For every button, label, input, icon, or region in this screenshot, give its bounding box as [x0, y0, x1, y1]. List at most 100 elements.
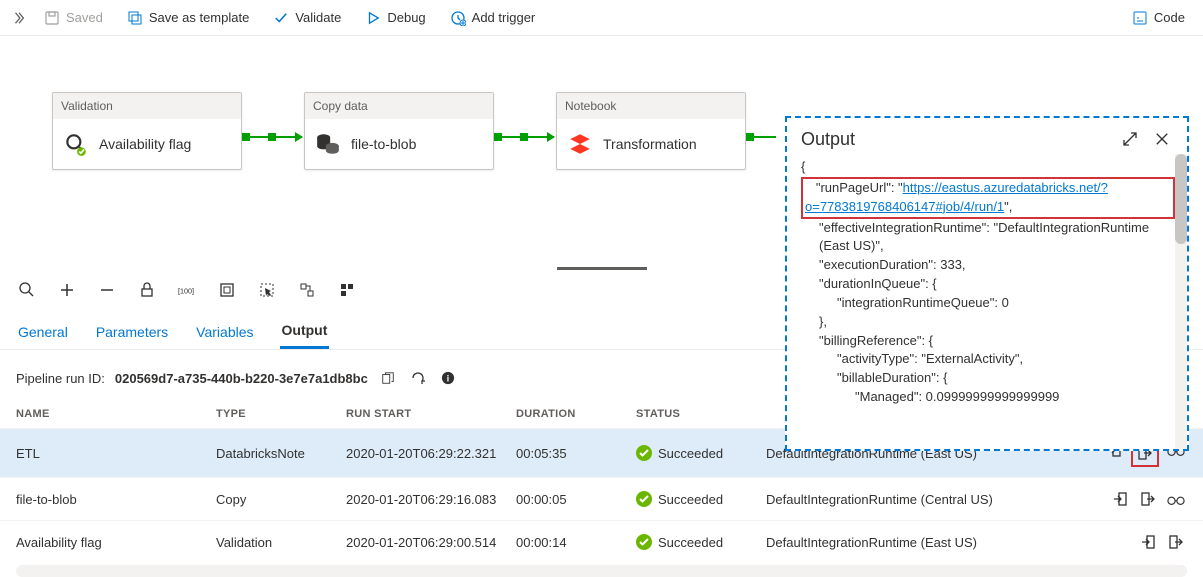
- cell-type: Copy: [216, 492, 346, 507]
- cell-runtime: DefaultIntegrationRuntime (East US): [766, 535, 1097, 550]
- cell-start: 2020-01-20T06:29:16.083: [346, 492, 516, 507]
- table-row[interactable]: file-to-blob Copy 2020-01-20T06:29:16.08…: [0, 477, 1203, 520]
- trigger-icon: [450, 10, 466, 26]
- json-line: },: [801, 313, 1175, 332]
- close-icon[interactable]: [1151, 128, 1173, 150]
- magnifier-icon: [63, 131, 89, 157]
- json-line: "billableDuration": {: [801, 369, 1175, 388]
- refresh-icon[interactable]: [408, 368, 428, 388]
- input-icon[interactable]: [1109, 488, 1131, 510]
- activity-type-label: Notebook: [557, 93, 745, 119]
- database-icon: [315, 131, 341, 157]
- tab-variables[interactable]: Variables: [194, 314, 255, 349]
- output-json[interactable]: { "runPageUrl": "https://eastus.azuredat…: [787, 154, 1175, 449]
- select-icon[interactable]: [256, 279, 278, 301]
- info-icon[interactable]: i: [438, 368, 458, 388]
- activity-name: Transformation: [603, 136, 697, 152]
- save-icon: [44, 10, 60, 26]
- add-trigger-button[interactable]: Add trigger: [440, 6, 546, 30]
- run-id-label: Pipeline run ID:: [16, 371, 105, 386]
- success-icon: [636, 445, 652, 461]
- debug-label: Debug: [387, 10, 425, 25]
- connector: [746, 136, 776, 138]
- activity-name: file-to-blob: [351, 136, 416, 152]
- cell-duration: 00:05:35: [516, 446, 636, 461]
- align-icon[interactable]: [296, 279, 318, 301]
- template-icon: [127, 10, 143, 26]
- activity-copy-data[interactable]: Copy data file-to-blob: [304, 92, 494, 170]
- cell-name: Availability flag: [16, 535, 216, 550]
- layout-icon[interactable]: [336, 279, 358, 301]
- search-icon[interactable]: [16, 279, 38, 301]
- json-line: "durationInQueue": {: [801, 275, 1175, 294]
- cell-duration: 00:00:14: [516, 535, 636, 550]
- col-status: STATUS: [636, 408, 766, 420]
- svg-text:[100]: [100]: [178, 287, 194, 296]
- add-trigger-label: Add trigger: [472, 10, 536, 25]
- cell-start: 2020-01-20T06:29:22.321: [346, 446, 516, 461]
- success-icon: [636, 491, 652, 507]
- vertical-scrollbar[interactable]: [1175, 154, 1187, 449]
- json-line: "activityType": "ExternalActivity",: [801, 350, 1175, 369]
- tab-output[interactable]: Output: [280, 314, 330, 349]
- code-button[interactable]: Code: [1122, 6, 1195, 30]
- col-start: RUN START: [346, 408, 516, 420]
- saved-label: Saved: [66, 10, 103, 25]
- cell-type: Validation: [216, 535, 346, 550]
- fit-zoom-icon[interactable]: [100]: [176, 279, 198, 301]
- cell-status: Succeeded: [658, 446, 723, 461]
- zoom-in-icon[interactable]: [56, 279, 78, 301]
- debug-button[interactable]: Debug: [355, 6, 435, 30]
- fit-screen-icon[interactable]: [216, 279, 238, 301]
- activity-validation[interactable]: Validation Availability flag: [52, 92, 242, 170]
- cell-runtime: DefaultIntegrationRuntime (Central US): [766, 492, 1097, 507]
- validate-label: Validate: [295, 10, 341, 25]
- json-line: "billingReference": {: [801, 332, 1175, 351]
- cell-name: ETL: [16, 446, 216, 461]
- top-toolbar: Saved Save as template Validate Debug Ad…: [0, 0, 1203, 36]
- output-panel: Output { "runPageUrl": "https://eastus.a…: [785, 116, 1189, 451]
- activity-notebook[interactable]: Notebook Transformation: [556, 92, 746, 170]
- saved-indicator: Saved: [34, 6, 113, 30]
- cell-duration: 00:00:05: [516, 492, 636, 507]
- activity-type-label: Copy data: [305, 93, 493, 119]
- cell-status: Succeeded: [658, 535, 723, 550]
- tab-parameters[interactable]: Parameters: [94, 314, 170, 349]
- lock-icon[interactable]: [136, 279, 158, 301]
- glasses-icon[interactable]: [1165, 488, 1187, 510]
- activity-name: Availability flag: [99, 136, 191, 152]
- expand-icon[interactable]: [1119, 128, 1141, 150]
- json-line: {: [801, 158, 1175, 177]
- expand-icon[interactable]: [8, 7, 30, 29]
- col-duration: DURATION: [516, 408, 636, 420]
- play-icon: [365, 10, 381, 26]
- zoom-out-icon[interactable]: [96, 279, 118, 301]
- horizontal-scrollbar[interactable]: [16, 565, 1187, 577]
- validate-button[interactable]: Validate: [263, 6, 351, 30]
- output-icon[interactable]: [1165, 531, 1187, 553]
- output-title: Output: [801, 129, 1109, 150]
- highlighted-run-url: "runPageUrl": "https://eastus.azuredatab…: [801, 177, 1175, 219]
- copy-icon[interactable]: [378, 368, 398, 388]
- output-icon[interactable]: [1137, 488, 1159, 510]
- save-as-template-label: Save as template: [149, 10, 249, 25]
- code-icon: [1132, 10, 1148, 26]
- activity-type-label: Validation: [53, 93, 241, 119]
- code-label: Code: [1154, 10, 1185, 25]
- svg-text:i: i: [447, 374, 449, 384]
- json-line: "effectiveIntegrationRuntime": "DefaultI…: [801, 219, 1175, 257]
- table-row[interactable]: Availability flag Validation 2020-01-20T…: [0, 520, 1203, 563]
- cell-name: file-to-blob: [16, 492, 216, 507]
- tab-general[interactable]: General: [16, 314, 70, 349]
- connector: [242, 136, 302, 138]
- input-icon[interactable]: [1137, 531, 1159, 553]
- json-line: "integrationRuntimeQueue": 0: [801, 294, 1175, 313]
- json-line: "Managed": 0.09999999999999999: [801, 388, 1175, 407]
- json-line: "executionDuration": 333,: [801, 256, 1175, 275]
- save-as-template-button[interactable]: Save as template: [117, 6, 259, 30]
- col-name: NAME: [16, 408, 216, 420]
- databricks-icon: [567, 131, 593, 157]
- run-id-value: 020569d7-a735-440b-b220-3e7e7a1db8bc: [115, 371, 368, 386]
- check-icon: [273, 10, 289, 26]
- cell-status: Succeeded: [658, 492, 723, 507]
